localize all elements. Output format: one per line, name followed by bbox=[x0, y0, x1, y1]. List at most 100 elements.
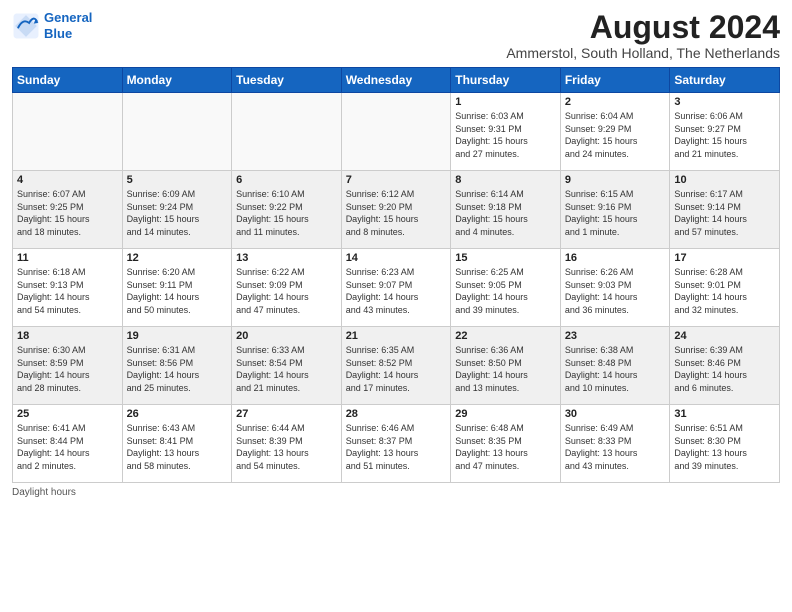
day-number: 7 bbox=[346, 174, 447, 186]
day-number: 30 bbox=[565, 408, 666, 420]
table-row: 24 Sunrise: 6:39 AM Sunset: 8:46 PM Dayli… bbox=[670, 327, 780, 405]
table-row: 2 Sunrise: 6:04 AM Sunset: 9:29 PM Daylig… bbox=[560, 93, 670, 171]
col-tuesday: Tuesday bbox=[232, 68, 342, 93]
day-number: 25 bbox=[17, 408, 118, 420]
day-number: 5 bbox=[127, 174, 228, 186]
table-row: 13Sunrise: 6:22 AM Sunset: 9:09 PM Dayli… bbox=[232, 249, 342, 327]
day-info: Sunrise: 6:15 AM Sunset: 9:16 PM Dayligh… bbox=[565, 188, 666, 238]
day-info: Sunrise: 6:12 AM Sunset: 9:20 PM Dayligh… bbox=[346, 188, 447, 238]
day-info: Sunrise: 6:18 AM Sunset: 9:13 PM Dayligh… bbox=[17, 266, 118, 316]
table-row: 26 Sunrise: 6:43 AM Sunset: 8:41 PM Dayli… bbox=[122, 405, 232, 483]
day-info: Sunrise: 6:22 AM Sunset: 9:09 PM Dayligh… bbox=[236, 266, 337, 316]
day-info: Sunrise: 6:48 AM Sunset: 8:35 PM Dayligh… bbox=[455, 422, 556, 472]
title-block: August 2024 Ammerstol, South Holland, Th… bbox=[506, 10, 780, 61]
table-row: 11 Sunrise: 6:18 AM Sunset: 9:13 PM Dayli… bbox=[13, 249, 123, 327]
table-row: 1 Sunrise: 6:03 AM Sunset: 9:31 PM Daylig… bbox=[451, 93, 561, 171]
calendar-header-row: Sunday Monday Tuesday Wednesday Thursday… bbox=[13, 68, 780, 93]
table-row bbox=[122, 93, 232, 171]
page: General Blue August 2024 Ammerstol, Sout… bbox=[0, 0, 792, 612]
table-row: 5 Sunrise: 6:09 AM Sunset: 9:24 PM Daylig… bbox=[122, 171, 232, 249]
day-info: Sunrise: 6:30 AM Sunset: 8:59 PM Dayligh… bbox=[17, 344, 118, 394]
table-row: 22Sunrise: 6:36 AM Sunset: 8:50 PM Dayli… bbox=[451, 327, 561, 405]
col-saturday: Saturday bbox=[670, 68, 780, 93]
table-row: 18 Sunrise: 6:30 AM Sunset: 8:59 PM Dayli… bbox=[13, 327, 123, 405]
table-row: 29 Sunrise: 6:48 AM Sunset: 8:35 PM Dayli… bbox=[451, 405, 561, 483]
day-info: Sunrise: 6:06 AM Sunset: 9:27 PM Dayligh… bbox=[674, 110, 775, 160]
table-row bbox=[13, 93, 123, 171]
day-number: 19 bbox=[127, 330, 228, 342]
day-number: 3 bbox=[674, 96, 775, 108]
day-info: Sunrise: 6:49 AM Sunset: 8:33 PM Dayligh… bbox=[565, 422, 666, 472]
daylight-note: Daylight hours bbox=[12, 487, 76, 498]
day-number: 15 bbox=[455, 252, 556, 264]
day-info: Sunrise: 6:44 AM Sunset: 8:39 PM Dayligh… bbox=[236, 422, 337, 472]
day-info: Sunrise: 6:31 AM Sunset: 8:56 PM Dayligh… bbox=[127, 344, 228, 394]
day-number: 11 bbox=[17, 252, 118, 264]
day-number: 29 bbox=[455, 408, 556, 420]
logo-text: General Blue bbox=[44, 10, 92, 41]
table-row: 7 Sunrise: 6:12 AM Sunset: 9:20 PM Daylig… bbox=[341, 171, 451, 249]
day-info: Sunrise: 6:03 AM Sunset: 9:31 PM Dayligh… bbox=[455, 110, 556, 160]
table-row: 3 Sunrise: 6:06 AM Sunset: 9:27 PM Daylig… bbox=[670, 93, 780, 171]
logo: General Blue bbox=[12, 10, 92, 41]
day-info: Sunrise: 6:07 AM Sunset: 9:25 PM Dayligh… bbox=[17, 188, 118, 238]
day-number: 6 bbox=[236, 174, 337, 186]
table-row: 31Sunrise: 6:51 AM Sunset: 8:30 PM Dayli… bbox=[670, 405, 780, 483]
day-number: 26 bbox=[127, 408, 228, 420]
day-info: Sunrise: 6:39 AM Sunset: 8:46 PM Dayligh… bbox=[674, 344, 775, 394]
footer-note: Daylight hours bbox=[12, 487, 780, 498]
day-info: Sunrise: 6:20 AM Sunset: 9:11 PM Dayligh… bbox=[127, 266, 228, 316]
logo-icon bbox=[12, 12, 40, 40]
table-row: 17Sunrise: 6:28 AM Sunset: 9:01 PM Dayli… bbox=[670, 249, 780, 327]
table-row: 8 Sunrise: 6:14 AM Sunset: 9:18 PM Daylig… bbox=[451, 171, 561, 249]
table-row: 27 Sunrise: 6:44 AM Sunset: 8:39 PM Dayli… bbox=[232, 405, 342, 483]
day-number: 2 bbox=[565, 96, 666, 108]
day-info: Sunrise: 6:33 AM Sunset: 8:54 PM Dayligh… bbox=[236, 344, 337, 394]
table-row: 12Sunrise: 6:20 AM Sunset: 9:11 PM Dayli… bbox=[122, 249, 232, 327]
day-number: 27 bbox=[236, 408, 337, 420]
logo-line2: Blue bbox=[44, 26, 72, 41]
col-friday: Friday bbox=[560, 68, 670, 93]
day-info: Sunrise: 6:46 AM Sunset: 8:37 PM Dayligh… bbox=[346, 422, 447, 472]
day-info: Sunrise: 6:23 AM Sunset: 9:07 PM Dayligh… bbox=[346, 266, 447, 316]
table-row: 9 Sunrise: 6:15 AM Sunset: 9:16 PM Daylig… bbox=[560, 171, 670, 249]
day-number: 4 bbox=[17, 174, 118, 186]
day-number: 16 bbox=[565, 252, 666, 264]
table-row: 14 Sunrise: 6:23 AM Sunset: 9:07 PM Dayli… bbox=[341, 249, 451, 327]
table-row: 21Sunrise: 6:35 AM Sunset: 8:52 PM Dayli… bbox=[341, 327, 451, 405]
table-row: 4 Sunrise: 6:07 AM Sunset: 9:25 PM Daylig… bbox=[13, 171, 123, 249]
calendar-table: Sunday Monday Tuesday Wednesday Thursday… bbox=[12, 67, 780, 483]
day-info: Sunrise: 6:09 AM Sunset: 9:24 PM Dayligh… bbox=[127, 188, 228, 238]
day-info: Sunrise: 6:25 AM Sunset: 9:05 PM Dayligh… bbox=[455, 266, 556, 316]
day-info: Sunrise: 6:51 AM Sunset: 8:30 PM Dayligh… bbox=[674, 422, 775, 472]
day-number: 1 bbox=[455, 96, 556, 108]
day-number: 21 bbox=[346, 330, 447, 342]
table-row: 20Sunrise: 6:33 AM Sunset: 8:54 PM Dayli… bbox=[232, 327, 342, 405]
day-info: Sunrise: 6:28 AM Sunset: 9:01 PM Dayligh… bbox=[674, 266, 775, 316]
col-monday: Monday bbox=[122, 68, 232, 93]
table-row: 19 Sunrise: 6:31 AM Sunset: 8:56 PM Dayli… bbox=[122, 327, 232, 405]
day-info: Sunrise: 6:41 AM Sunset: 8:44 PM Dayligh… bbox=[17, 422, 118, 472]
day-info: Sunrise: 6:26 AM Sunset: 9:03 PM Dayligh… bbox=[565, 266, 666, 316]
day-number: 9 bbox=[565, 174, 666, 186]
table-row: 15 Sunrise: 6:25 AM Sunset: 9:05 PM Dayli… bbox=[451, 249, 561, 327]
header: General Blue August 2024 Ammerstol, Sout… bbox=[12, 10, 780, 61]
table-row: 25 Sunrise: 6:41 AM Sunset: 8:44 PM Dayli… bbox=[13, 405, 123, 483]
day-number: 10 bbox=[674, 174, 775, 186]
day-info: Sunrise: 6:38 AM Sunset: 8:48 PM Dayligh… bbox=[565, 344, 666, 394]
day-info: Sunrise: 6:43 AM Sunset: 8:41 PM Dayligh… bbox=[127, 422, 228, 472]
table-row: 23 Sunrise: 6:38 AM Sunset: 8:48 PM Dayli… bbox=[560, 327, 670, 405]
day-info: Sunrise: 6:14 AM Sunset: 9:18 PM Dayligh… bbox=[455, 188, 556, 238]
day-info: Sunrise: 6:10 AM Sunset: 9:22 PM Dayligh… bbox=[236, 188, 337, 238]
day-number: 8 bbox=[455, 174, 556, 186]
day-number: 14 bbox=[346, 252, 447, 264]
col-wednesday: Wednesday bbox=[341, 68, 451, 93]
table-row bbox=[341, 93, 451, 171]
location: Ammerstol, South Holland, The Netherland… bbox=[506, 45, 780, 61]
day-number: 24 bbox=[674, 330, 775, 342]
day-number: 23 bbox=[565, 330, 666, 342]
day-info: Sunrise: 6:04 AM Sunset: 9:29 PM Dayligh… bbox=[565, 110, 666, 160]
table-row: 6 Sunrise: 6:10 AM Sunset: 9:22 PM Daylig… bbox=[232, 171, 342, 249]
day-number: 18 bbox=[17, 330, 118, 342]
day-info: Sunrise: 6:36 AM Sunset: 8:50 PM Dayligh… bbox=[455, 344, 556, 394]
